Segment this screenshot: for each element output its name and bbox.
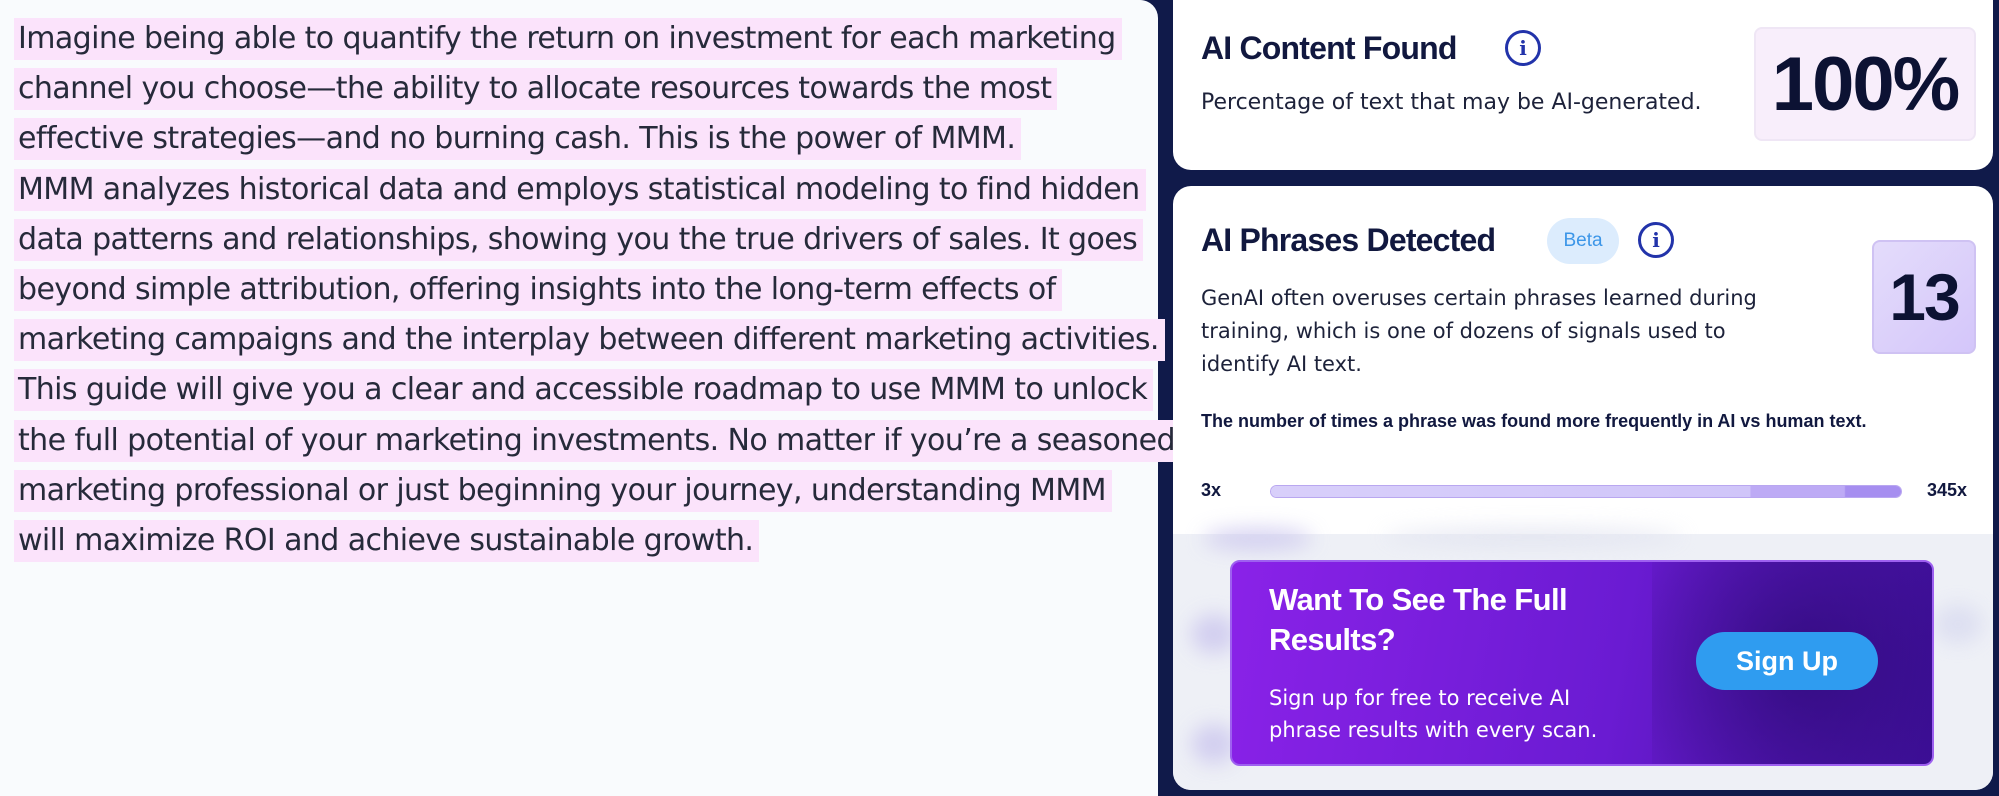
- highlighted-line: data patterns and relationships, showing…: [14, 218, 1144, 261]
- ai-content-card: AI Content Found i Percentage of text th…: [1173, 0, 1993, 170]
- ai-phrases-description: GenAI often overuses certain phrases lea…: [1201, 286, 1757, 376]
- range-caption: The number of times a phrase was found m…: [1201, 411, 1867, 431]
- info-icon[interactable]: i: [1638, 222, 1674, 258]
- info-icon[interactable]: i: [1505, 30, 1541, 66]
- highlighted-line: This guide will give you a clear and acc…: [14, 369, 1154, 412]
- highlighted-line: channel you choose—the ability to alloca…: [14, 68, 1058, 111]
- ai-content-percentage: 100%: [1754, 27, 1976, 141]
- blurred-item: [1203, 528, 1313, 550]
- highlighted-line: effective strategies—and no burning cash…: [14, 118, 1022, 161]
- highlighted-line: marketing professional or just beginning…: [14, 469, 1112, 512]
- phrase-count: 13: [1872, 240, 1976, 354]
- highlighted-line: marketing campaigns and the interplay be…: [14, 319, 1165, 362]
- highlighted-line: will maximize ROI and achieve sustainabl…: [14, 519, 760, 562]
- scanned-text-panel: Imagine being able to quantify the retur…: [0, 0, 1181, 796]
- range-min-label: 3x: [1201, 480, 1222, 500]
- signup-description: Sign up for free to receive AI phrase re…: [1269, 686, 1598, 742]
- highlighted-line: Imagine being able to quantify the retur…: [14, 18, 1122, 60]
- results-sidebar: AI Content Found i Percentage of text th…: [1158, 0, 1999, 796]
- signup-title: Want To See The Full Results?: [1269, 582, 1568, 657]
- beta-badge: Beta: [1547, 218, 1619, 264]
- sign-up-button[interactable]: Sign Up: [1696, 632, 1878, 690]
- scanned-text: Imagine being able to quantify the retur…: [14, 15, 1181, 567]
- signup-banner: Want To See The Full Results? Sign up fo…: [1230, 560, 1934, 766]
- blurred-item: [1383, 528, 1683, 546]
- ai-phrases-card: AI Phrases Detected Beta i GenAI often o…: [1173, 186, 1993, 790]
- frequency-range-fill: [1271, 486, 1901, 497]
- blurred-item: [1933, 604, 1983, 644]
- ai-content-description: Percentage of text that may be AI-genera…: [1201, 90, 1702, 115]
- range-max-label: 345x: [1927, 480, 1968, 500]
- highlighted-line: MMM analyzes historical data and employs…: [14, 168, 1146, 211]
- frequency-range-bar: [1270, 485, 1902, 498]
- ai-phrases-title: AI Phrases Detected: [1201, 222, 1496, 258]
- highlighted-line: the full potential of your marketing inv…: [14, 419, 1181, 462]
- ai-content-title: AI Content Found: [1201, 30, 1457, 66]
- highlighted-line: beyond simple attribution, offering insi…: [14, 268, 1062, 311]
